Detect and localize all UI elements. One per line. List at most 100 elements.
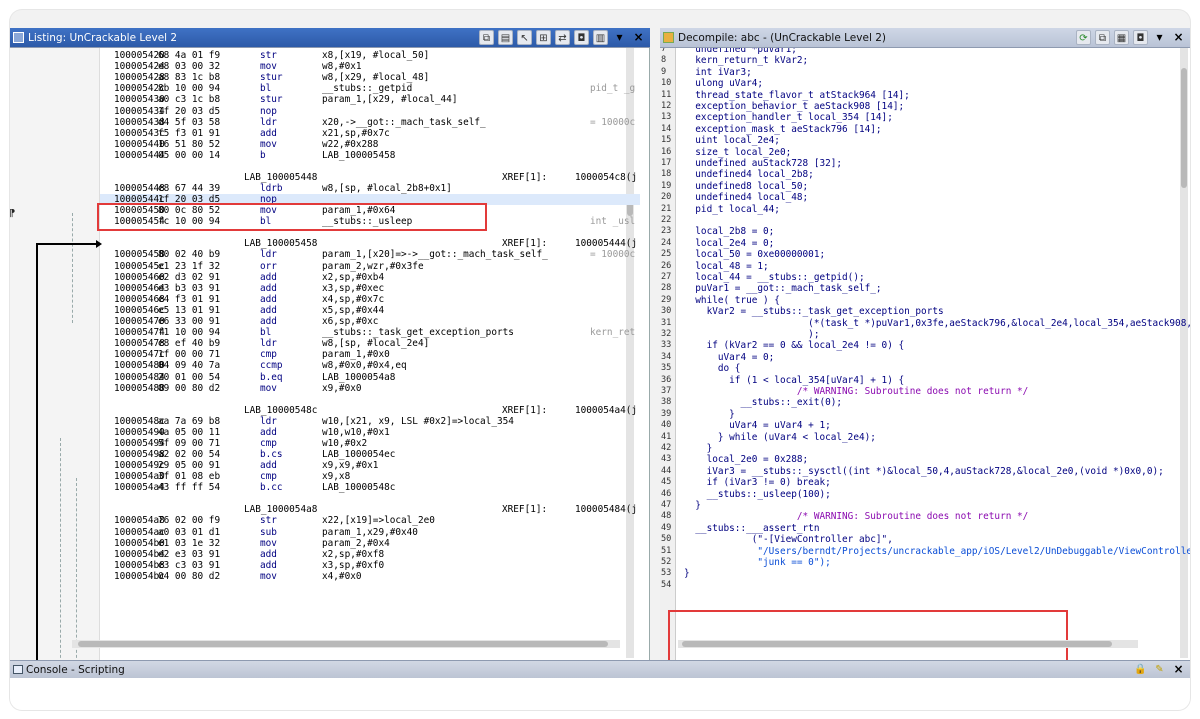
- decompile-line[interactable]: 50 ("-[ViewController abc]",: [660, 534, 1178, 545]
- close-icon[interactable]: ×: [631, 30, 646, 45]
- decompile-line[interactable]: 16 size_t local_2e0;: [660, 147, 1178, 158]
- listing-instruction-row[interactable]: 100005448 e8 67 44 39 ldrb w8,[sp, #local_2…: [100, 183, 640, 194]
- xref-target[interactable]: 100005484(j: [575, 504, 637, 515]
- decompile-line[interactable]: 37 /* WARNING: Subroutine does not retur…: [660, 386, 1178, 397]
- copy-icon[interactable]: ⧉: [479, 30, 494, 45]
- listing-instruction-row[interactable]: 100005438 d4 5f 03 58 ldr x20,->__got::_mac…: [100, 117, 640, 128]
- listing-instruction-row[interactable]: 100005430 a0 c3 1c b8 stur param_1,[x29, #l…: [100, 94, 640, 105]
- lock-icon[interactable]: 🔒: [1133, 662, 1148, 677]
- listing-instruction-row[interactable]: 100005494 5f 09 00 71 cmp w10,#0x2: [100, 438, 640, 449]
- listing-instruction-row[interactable]: 10000542c 8b 10 00 94 bl __stubs::_getpid pi…: [100, 83, 640, 94]
- xref-target[interactable]: 100005444(j: [575, 238, 637, 249]
- decompile-hscroll[interactable]: [678, 640, 1138, 648]
- listing-view[interactable]: 100005420 68 4a 01 f9 str x8,[x19, #local_5…: [10, 48, 650, 666]
- decompile-vscroll[interactable]: [1180, 48, 1188, 658]
- decompile-line[interactable]: 34 uVar4 = 0;: [660, 352, 1178, 363]
- listing-instruction-row[interactable]: 100005464 e3 b3 03 91 add x3,sp,#0xec: [100, 283, 640, 294]
- listing-instruction-row[interactable]: 1000054b8 e3 c3 03 91 add x3,sp,#0xf0: [100, 560, 640, 571]
- decompile-line[interactable]: 43 local_2e0 = 0x288;: [660, 454, 1178, 465]
- export-icon[interactable]: ▦: [1114, 30, 1129, 45]
- decompile-line[interactable]: 27 local_44 = __stubs::_getpid();: [660, 272, 1178, 283]
- listing-instruction-row[interactable]: 1000054a4 43 ff ff 54 b.cc LAB_10000548c: [100, 482, 640, 493]
- listing-instruction-row[interactable]: 100005498 a2 02 00 54 b.cs LAB_1000054ec: [100, 449, 640, 460]
- listing-instruction-row[interactable]: 1000054bc 04 00 80 d2 mov x4,#0x0: [100, 571, 640, 582]
- console-body[interactable]: [10, 678, 1190, 710]
- listing-label-row[interactable]: LAB_10000548c XREF[1]: 1000054a4(j: [100, 405, 640, 416]
- decompile-line[interactable]: 11 thread_state_flavor_t atStack964 [14]…: [660, 90, 1178, 101]
- listing-instruction-row[interactable]: 100005460 e2 d3 02 91 add x2,sp,#0xb4: [100, 272, 640, 283]
- layout-icon[interactable]: ▥: [593, 30, 608, 45]
- decompile-line[interactable]: 28 puVar1 = __got::_mach_task_self_;: [660, 283, 1178, 294]
- diff-icon[interactable]: ⇄: [555, 30, 570, 45]
- decompile-line[interactable]: 9 int iVar3;: [660, 67, 1178, 78]
- listing-instruction-row[interactable]: 100005484 20 01 00 54 b.eq LAB_1000054a8: [100, 372, 640, 383]
- listing-instruction-row[interactable]: 10000543c f5 f3 01 91 add x21,sp,#0x7c: [100, 128, 640, 139]
- decompile-line[interactable]: 31 (*(task_t *)puVar1,0x3fe,aeStack796,&…: [660, 318, 1190, 329]
- snapshot-icon[interactable]: ◘: [1133, 30, 1148, 45]
- listing-instruction-row[interactable]: 10000544c 1f 20 03 d5 nop: [100, 194, 640, 206]
- decompile-line[interactable]: 13 exception_handler_t local_354 [14];: [660, 112, 1178, 123]
- decompile-line[interactable]: 52 "junk == 0");: [660, 557, 1178, 568]
- decompile-line[interactable]: 45 if (iVar3 != 0) break;: [660, 477, 1178, 488]
- decompile-line[interactable]: 40 uVar4 = uVar4 + 1;: [660, 420, 1178, 431]
- listing-instruction-row[interactable]: 1000054b4 e2 e3 03 91 add x2,sp,#0xf8: [100, 549, 640, 560]
- listing-instruction-row[interactable]: 100005468 e4 f3 01 91 add x4,sp,#0x7c: [100, 294, 640, 305]
- listing-instruction-row[interactable]: 10000546c e5 13 01 91 add x5,sp,#0x44: [100, 305, 640, 316]
- decompile-line[interactable]: 48 /* WARNING: Subroutine does not retur…: [660, 511, 1178, 522]
- decompile-line[interactable]: 35 do {: [660, 363, 1178, 374]
- listing-instruction-row[interactable]: 100005470 e6 33 00 91 add x6,sp,#0xc: [100, 316, 640, 327]
- menu-icon[interactable]: ▾: [1152, 30, 1167, 45]
- listing-label-row[interactable]: LAB_1000054a8 XREF[1]: 100005484(j: [100, 504, 640, 515]
- decompile-line[interactable]: 53}: [660, 568, 1178, 579]
- decompile-line[interactable]: 12 exception_behavior_t aeStack908 [14];: [660, 101, 1178, 112]
- decompile-line[interactable]: 23 local_2b8 = 0;: [660, 226, 1178, 237]
- decompile-line[interactable]: 54: [660, 580, 1178, 591]
- decompile-line[interactable]: 26 local_48 = 1;: [660, 261, 1178, 272]
- menu-icon[interactable]: ▾: [612, 30, 627, 45]
- decompile-line[interactable]: 41 } while (uVar4 < local_2e4);: [660, 432, 1178, 443]
- listing-instruction-row[interactable]: 100005444 05 00 00 14 b LAB_100005458: [100, 150, 640, 161]
- copy-icon[interactable]: ⧉: [1095, 30, 1110, 45]
- listing-instruction-row[interactable]: 100005440 16 51 80 52 mov w22,#0x288: [100, 139, 640, 150]
- decompile-line[interactable]: 32 );: [660, 329, 1178, 340]
- decompile-line[interactable]: 49 __stubs::___assert_rtn: [660, 523, 1178, 534]
- decompile-hscroll-thumb[interactable]: [682, 641, 1112, 647]
- decompile-line[interactable]: 51 "/Users/berndt/Projects/uncrackable_a…: [660, 546, 1190, 557]
- listing-instruction-row[interactable]: 10000545c e1 23 1f 32 orr param_2,wzr,#0x3f…: [100, 261, 640, 272]
- decompile-line[interactable]: 39 }: [660, 409, 1178, 420]
- listing-label-row[interactable]: LAB_100005458 XREF[1]: 100005444(j: [100, 238, 640, 249]
- listing-instruction-row[interactable]: 100005478 e8 ef 40 b9 ldr w8,[sp, #local_2e…: [100, 338, 640, 349]
- decompile-line[interactable]: 10 ulong uVar4;: [660, 78, 1178, 89]
- listing-instruction-row[interactable]: 10000548c aa 7a 69 b8 ldr w10,[x21, x9, LSL…: [100, 416, 640, 427]
- decompile-line[interactable]: 29 while( true ) {: [660, 295, 1178, 306]
- decompile-line[interactable]: 8 kern_return_t kVar2;: [660, 55, 1178, 66]
- decompile-vscroll-thumb[interactable]: [1181, 68, 1187, 188]
- decompile-line[interactable]: 46 __stubs::_usleep(100);: [660, 489, 1178, 500]
- decompile-line[interactable]: 21 pid_t local_44;: [660, 204, 1178, 215]
- decompile-view[interactable]: 7 undefined *puVar1; 8 kern_return_t kVar…: [660, 48, 1190, 666]
- listing-instruction-row[interactable]: 100005454 fc 10 00 94 bl __stubs::_usleep in…: [100, 216, 640, 227]
- decompile-line[interactable]: 14 exception_mask_t aeStack796 [14];: [660, 124, 1178, 135]
- listing-label-row[interactable]: LAB_100005448 XREF[1]: 1000054c8(j: [100, 172, 640, 183]
- listing-instruction-row[interactable]: 1000054b0 e1 03 1e 32 mov param_2,#0x4: [100, 538, 640, 549]
- decompile-line[interactable]: 36 if (1 < local_354[uVar4] + 1) {: [660, 375, 1178, 386]
- cursor-icon[interactable]: ↖: [517, 30, 532, 45]
- decompile-line[interactable]: 42 }: [660, 443, 1178, 454]
- listing-hscroll[interactable]: [72, 640, 620, 648]
- listing-instruction-row[interactable]: 100005420 68 4a 01 f9 str x8,[x19, #local_5…: [100, 50, 640, 61]
- snapshot-icon[interactable]: ◘: [574, 30, 589, 45]
- listing-instruction-row[interactable]: 100005434 1f 20 03 d5 nop: [100, 106, 640, 117]
- xref-target[interactable]: 1000054c8(j: [575, 172, 637, 183]
- decompile-line[interactable]: 47 }: [660, 500, 1178, 511]
- listing-instruction-row[interactable]: 100005458 80 02 40 b9 ldr param_1,[x20]=>->…: [100, 249, 640, 260]
- decompile-line[interactable]: 33 if (kVar2 == 0 && local_2e4 != 0) {: [660, 340, 1178, 351]
- decompile-line[interactable]: 20 undefined4 local_48;: [660, 192, 1178, 203]
- listing-instruction-row[interactable]: 100005424 e8 03 00 32 mov w8,#0x1: [100, 61, 640, 72]
- decompile-line[interactable]: 15 uint local_2e4;: [660, 135, 1178, 146]
- listing-instruction-row[interactable]: 1000054a8 76 02 00 f9 str x22,[x19]=>local_…: [100, 515, 640, 526]
- listing-instruction-row[interactable]: 100005450 80 0c 80 52 mov param_1,#0x64: [100, 205, 640, 216]
- listing-hscroll-thumb[interactable]: [78, 641, 608, 647]
- close-icon[interactable]: ×: [1171, 30, 1186, 45]
- clear-icon[interactable]: ✎: [1152, 662, 1167, 677]
- listing-instruction-row[interactable]: 1000054a0 3f 01 08 eb cmp x9,x8: [100, 471, 640, 482]
